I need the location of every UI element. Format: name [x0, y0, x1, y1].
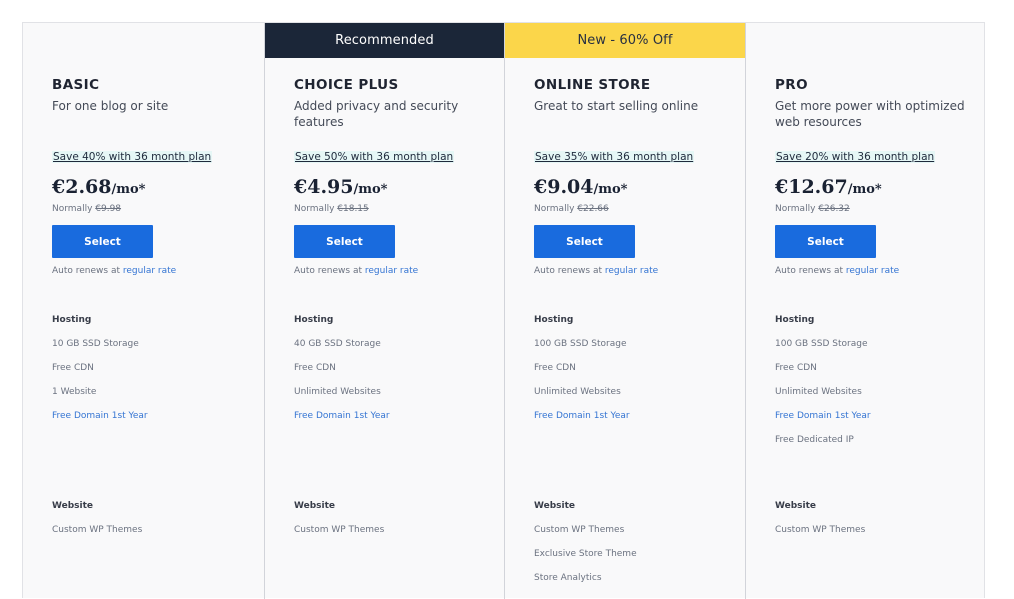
plan-card-online-store: New - 60% Off ONLINE STORE Great to star… [504, 23, 745, 599]
offer-banner: New - 60% Off [505, 23, 745, 58]
hosting-title: Hosting [52, 315, 92, 325]
price: €9.04/mo* [534, 176, 627, 198]
renews-text: Auto renews at [534, 266, 605, 276]
price-amount: €12.67 [775, 176, 848, 198]
feature-item-link[interactable]: Free Domain 1st Year [534, 411, 630, 421]
plan-card-pro: PRO Get more power with optimized web re… [745, 23, 984, 599]
feature-item: Free Dedicated IP [775, 435, 854, 445]
plan-name: CHOICE PLUS [294, 77, 399, 93]
feature-item: 100 GB SSD Storage [775, 339, 868, 349]
price-suffix: /mo* [847, 182, 882, 197]
renews-note: Auto renews at regular rate [775, 266, 899, 276]
feature-item-link[interactable]: Free Domain 1st Year [52, 411, 148, 421]
plan-description: For one blog or site [52, 99, 169, 113]
renews-note: Auto renews at regular rate [52, 266, 176, 276]
select-button[interactable]: Select [775, 225, 876, 258]
feature-item: Free CDN [775, 363, 817, 373]
renews-note: Auto renews at regular rate [534, 266, 658, 276]
price-suffix: /mo* [111, 182, 146, 197]
renews-note: Auto renews at regular rate [294, 266, 418, 276]
plan-description: Added privacy and security features [294, 99, 459, 129]
feature-item: Unlimited Websites [775, 387, 862, 397]
pricing-table: BASIC For one blog or site Save 40% with… [22, 22, 985, 599]
regular-rate-link[interactable]: regular rate [605, 266, 658, 276]
feature-item: 1 Website [52, 387, 97, 397]
plan-description: Get more power with optimized web resour… [775, 99, 965, 129]
plan-card-choice-plus: Recommended CHOICE PLUS Added privacy an… [264, 23, 504, 599]
normally-label: Normally [775, 204, 819, 214]
hosting-title: Hosting [534, 315, 574, 325]
save-tag: Save 40% with 36 month plan [52, 151, 213, 163]
recommended-banner: Recommended [265, 23, 504, 58]
normal-price-value: €18.15 [337, 204, 369, 214]
feature-item: Exclusive Store Theme [534, 549, 637, 559]
feature-item: Free CDN [52, 363, 94, 373]
feature-item: 10 GB SSD Storage [52, 339, 139, 349]
feature-item: 100 GB SSD Storage [534, 339, 627, 349]
feature-item: Store Analytics [534, 573, 602, 583]
price-suffix: /mo* [353, 182, 388, 197]
normal-price: Normally €22.66 [534, 204, 609, 214]
renews-text: Auto renews at [775, 266, 846, 276]
normal-price: Normally €9.98 [52, 204, 121, 214]
regular-rate-link[interactable]: regular rate [123, 266, 176, 276]
feature-item: 40 GB SSD Storage [294, 339, 381, 349]
feature-item: Custom WP Themes [52, 525, 143, 535]
normal-price: Normally €18.15 [294, 204, 369, 214]
select-button[interactable]: Select [294, 225, 395, 258]
price-suffix: /mo* [593, 182, 628, 197]
feature-item: Unlimited Websites [294, 387, 381, 397]
normally-label: Normally [534, 204, 578, 214]
plan-name: PRO [775, 77, 808, 93]
website-title: Website [294, 501, 336, 511]
price-amount: €9.04 [534, 176, 594, 198]
feature-item: Free CDN [294, 363, 336, 373]
feature-item: Free CDN [534, 363, 576, 373]
website-title: Website [534, 501, 576, 511]
normal-price: Normally €26.32 [775, 204, 850, 214]
price: €2.68/mo* [52, 176, 145, 198]
plan-card-basic: BASIC For one blog or site Save 40% with… [23, 23, 264, 599]
website-title: Website [52, 501, 94, 511]
website-title: Website [775, 501, 817, 511]
save-tag: Save 50% with 36 month plan [294, 151, 455, 163]
hosting-title: Hosting [775, 315, 815, 325]
normally-label: Normally [52, 204, 96, 214]
hosting-title: Hosting [294, 315, 334, 325]
feature-item: Custom WP Themes [775, 525, 866, 535]
price-amount: €2.68 [52, 176, 112, 198]
select-button[interactable]: Select [534, 225, 635, 258]
normal-price-value: €26.32 [818, 204, 850, 214]
plan-name: BASIC [52, 77, 100, 93]
regular-rate-link[interactable]: regular rate [846, 266, 899, 276]
feature-item-link[interactable]: Free Domain 1st Year [294, 411, 390, 421]
feature-item: Custom WP Themes [534, 525, 625, 535]
feature-item: Custom WP Themes [294, 525, 385, 535]
price: €12.67/mo* [775, 176, 882, 198]
feature-item-link[interactable]: Free Domain 1st Year [775, 411, 871, 421]
select-button[interactable]: Select [52, 225, 153, 258]
price-amount: €4.95 [294, 176, 354, 198]
plan-name: ONLINE STORE [534, 77, 651, 93]
renews-text: Auto renews at [294, 266, 365, 276]
plan-description: Great to start selling online [534, 99, 699, 113]
renews-text: Auto renews at [52, 266, 123, 276]
normal-price-value: €22.66 [577, 204, 609, 214]
normally-label: Normally [294, 204, 338, 214]
save-tag: Save 20% with 36 month plan [775, 151, 936, 163]
save-tag: Save 35% with 36 month plan [534, 151, 695, 163]
regular-rate-link[interactable]: regular rate [365, 266, 418, 276]
price: €4.95/mo* [294, 176, 387, 198]
feature-item: Unlimited Websites [534, 387, 621, 397]
normal-price-value: €9.98 [95, 204, 122, 214]
